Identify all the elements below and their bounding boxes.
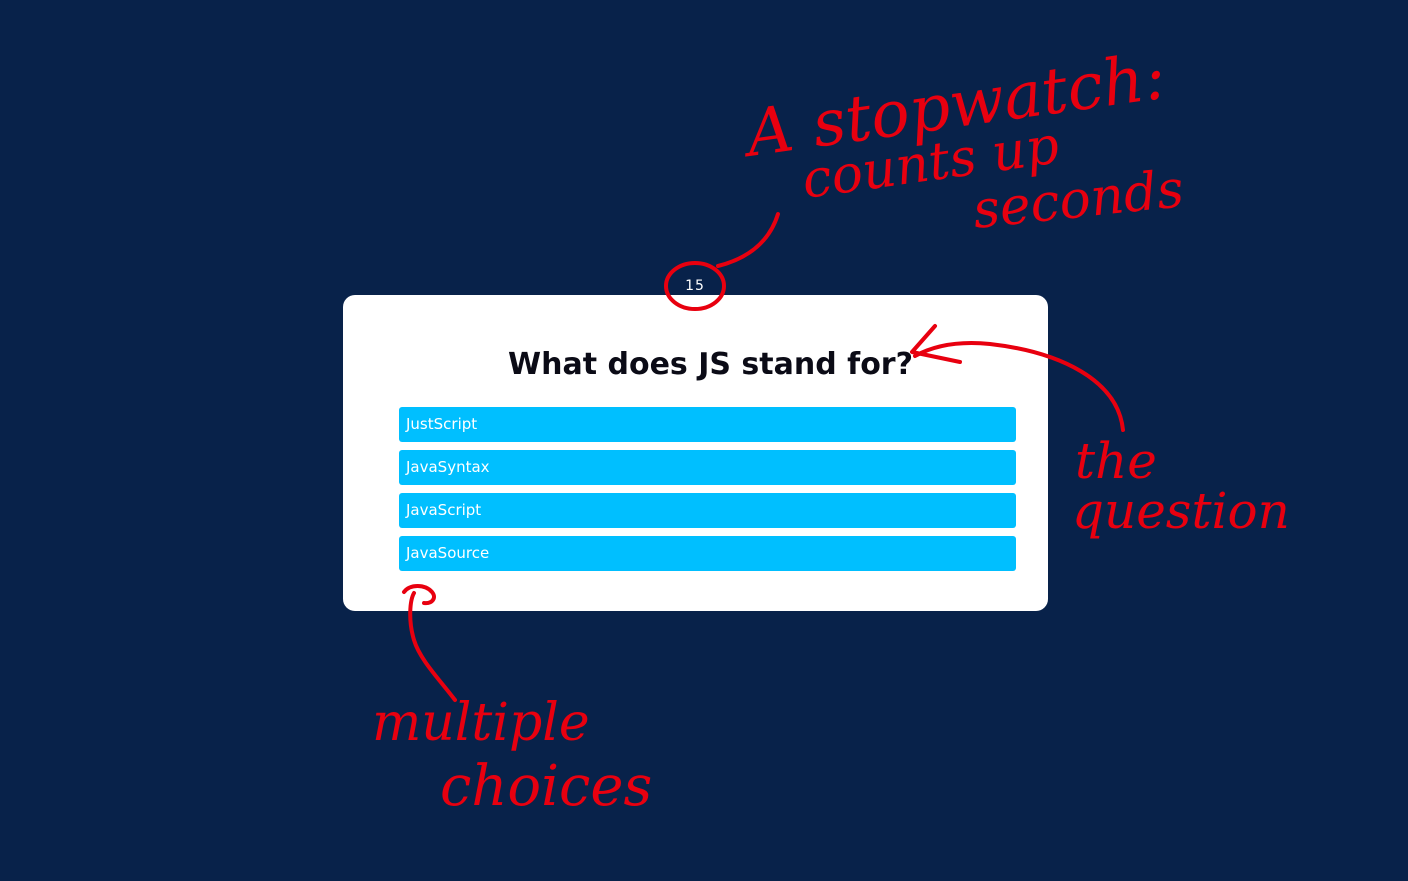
choice-button[interactable]: JavaScript xyxy=(399,493,1016,528)
choices-note-line2: choices xyxy=(440,754,652,819)
question-card: What does JS stand for? JustScript JavaS… xyxy=(343,295,1048,611)
question-note-line1: the xyxy=(1075,432,1157,490)
stopwatch-timer: 15 xyxy=(685,278,705,294)
question-title: What does JS stand for? xyxy=(508,347,913,382)
stopwatch-note-line1: A stopwatch: xyxy=(737,40,1170,173)
question-note-line2: question xyxy=(1072,482,1290,540)
choice-list: JustScript JavaSyntax JavaScript JavaSou… xyxy=(399,407,1016,579)
quiz-screen: 15 What does JS stand for? JustScript Ja… xyxy=(0,0,1408,881)
choice-button[interactable]: JustScript xyxy=(399,407,1016,442)
stopwatch-note-line3: seconds xyxy=(970,159,1186,241)
stopwatch-pointer-line xyxy=(716,212,780,268)
choice-button[interactable]: JavaSyntax xyxy=(399,450,1016,485)
choices-note-line1: multiple xyxy=(372,693,590,753)
choice-button[interactable]: JavaSource xyxy=(399,536,1016,571)
stopwatch-note-line2: counts up xyxy=(798,116,1062,211)
